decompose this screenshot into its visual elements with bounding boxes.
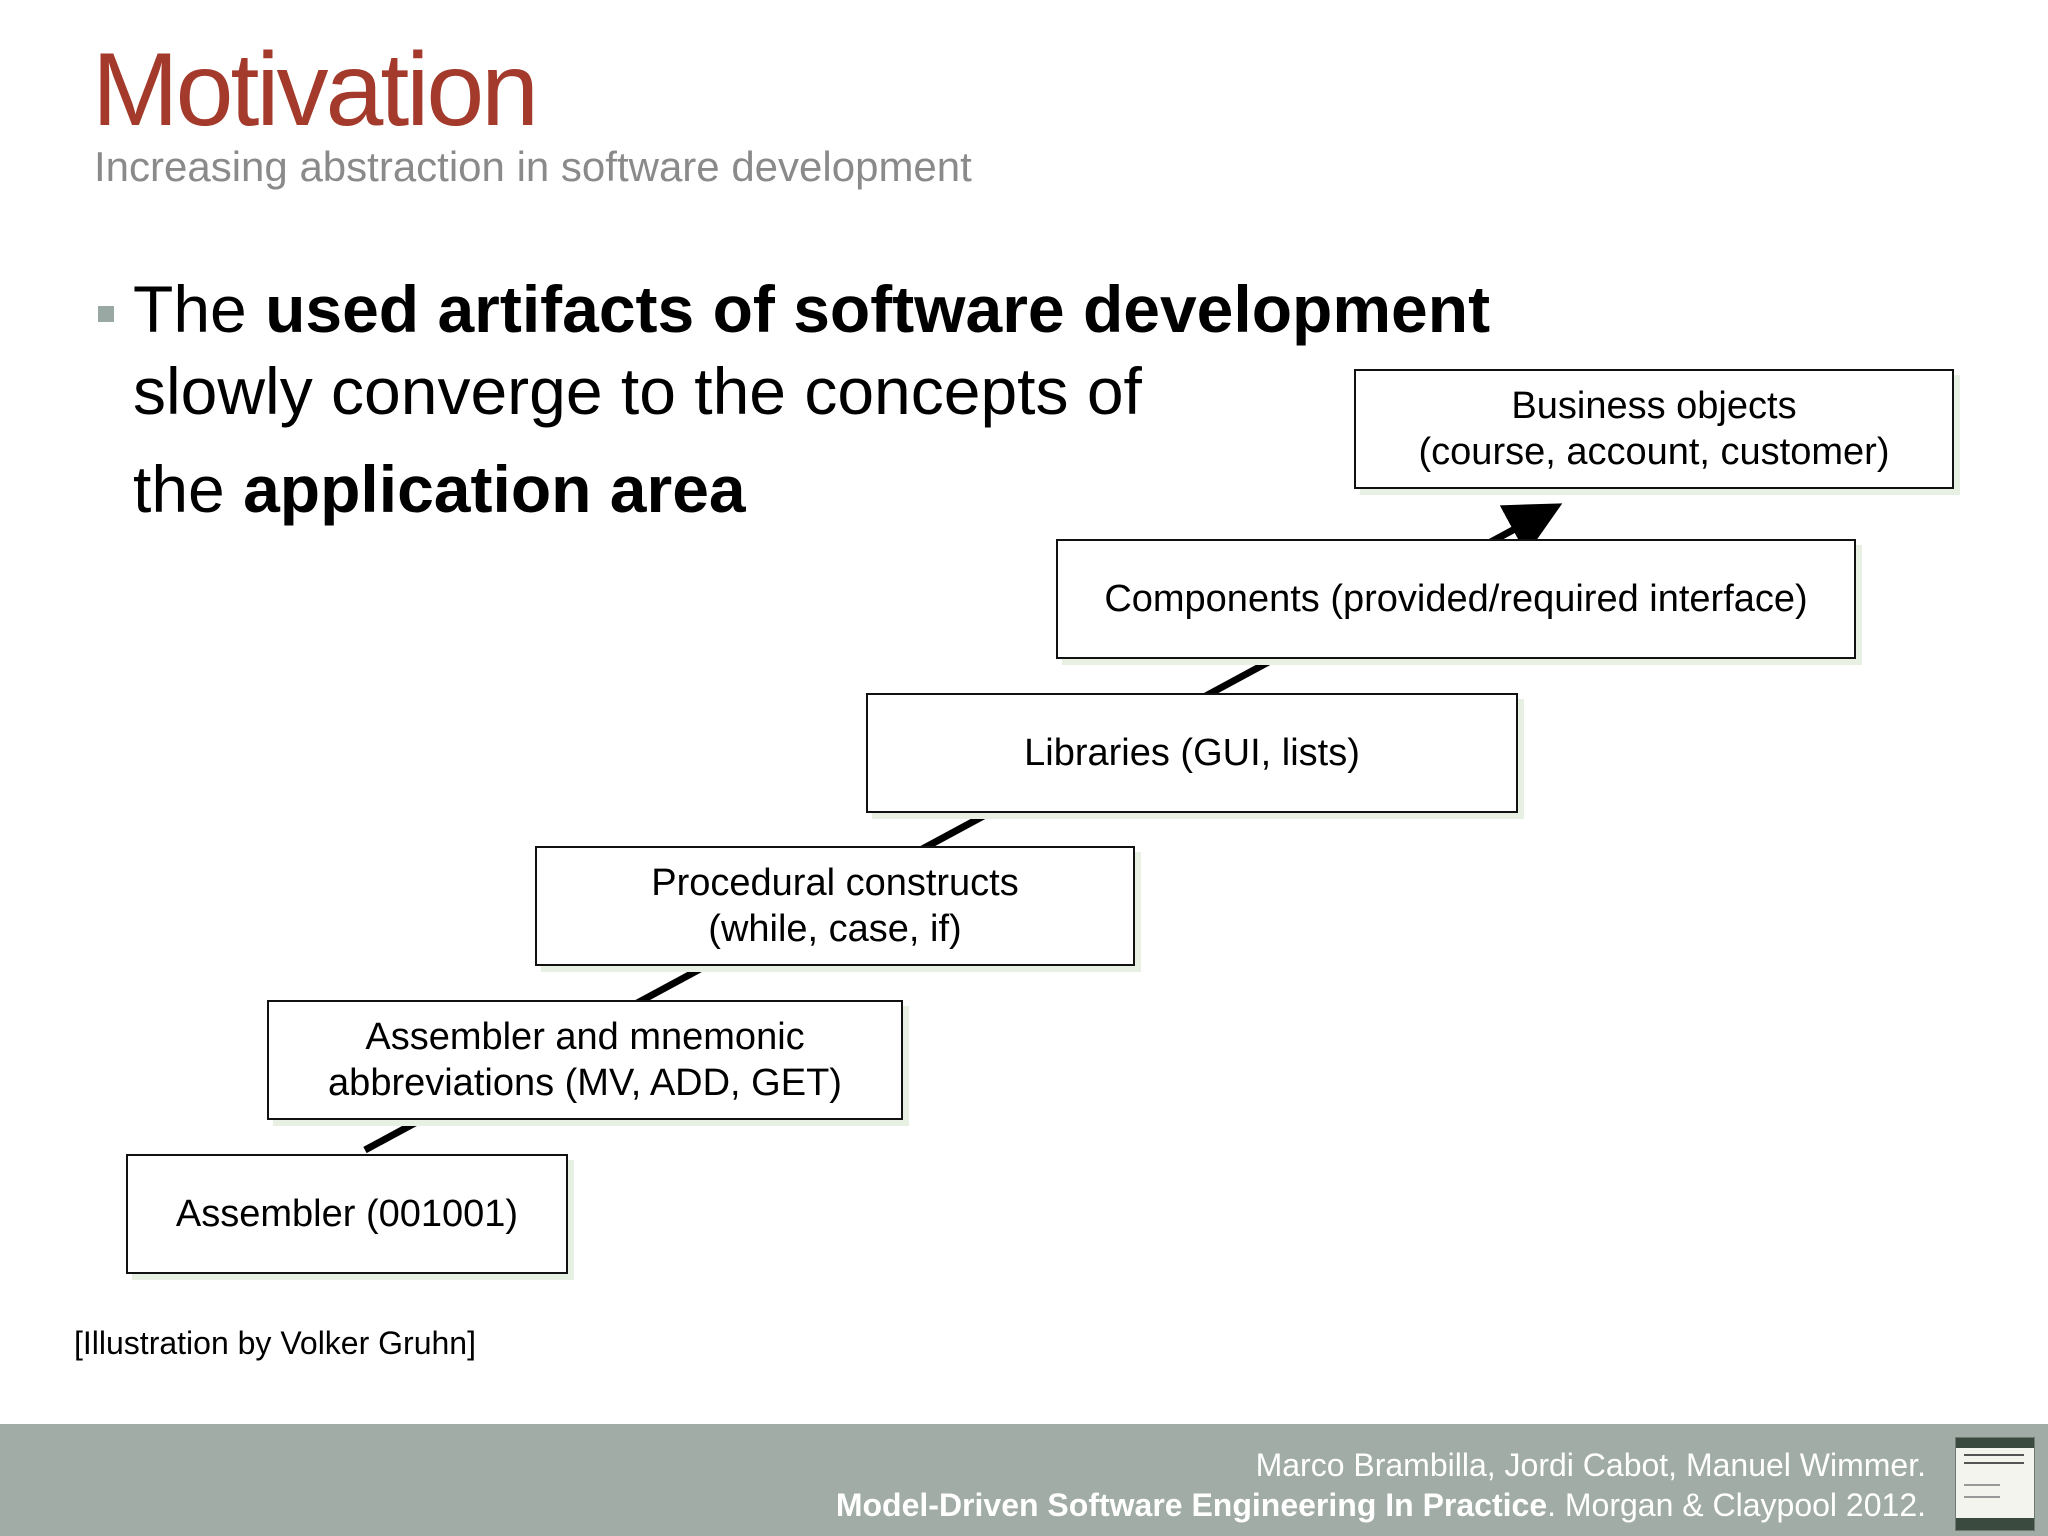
level-label: Assembler and mnemonic xyxy=(365,1016,805,1058)
book-cover-icon xyxy=(1955,1437,2035,1531)
level-label: (course, account, customer) xyxy=(1418,431,1890,473)
level-box-mnemonic: Assembler and mnemonic abbreviations (MV… xyxy=(267,1000,903,1120)
level-label: Business objects xyxy=(1511,385,1797,427)
level-box-assembler: Assembler (001001) xyxy=(126,1154,568,1274)
level-label: abbreviations (MV, ADD, GET) xyxy=(328,1062,842,1104)
footer-book-title: Model-Driven Software Engineering In Pra… xyxy=(835,1487,1548,1523)
level-label: Procedural constructs xyxy=(651,862,1019,904)
level-label: (while, case, if) xyxy=(708,908,962,950)
footer-band: Marco Brambilla, Jordi Cabot, Manuel Wim… xyxy=(0,1424,2048,1536)
level-box-libraries: Libraries (GUI, lists) xyxy=(866,693,1518,813)
footer-authors: Marco Brambilla, Jordi Cabot, Manuel Wim… xyxy=(1255,1447,1926,1483)
level-box-procedural: Procedural constructs (while, case, if) xyxy=(535,846,1135,966)
level-label: Libraries (GUI, lists) xyxy=(1024,732,1360,774)
footer-citation: Model-Driven Software Engineering In Pra… xyxy=(836,1486,1926,1524)
level-label: Assembler (001001) xyxy=(175,1193,519,1235)
level-box-business-objects: Business objects (course, account, custo… xyxy=(1354,369,1954,489)
illustration-credit: [Illustration by Volker Gruhn] xyxy=(74,1325,476,1361)
footer-publisher: . Morgan & Claypool 2012. xyxy=(1547,1487,1926,1523)
level-label: Components (provided/required interface) xyxy=(1104,578,1808,620)
level-box-components: Components (provided/required interface) xyxy=(1056,539,1856,659)
